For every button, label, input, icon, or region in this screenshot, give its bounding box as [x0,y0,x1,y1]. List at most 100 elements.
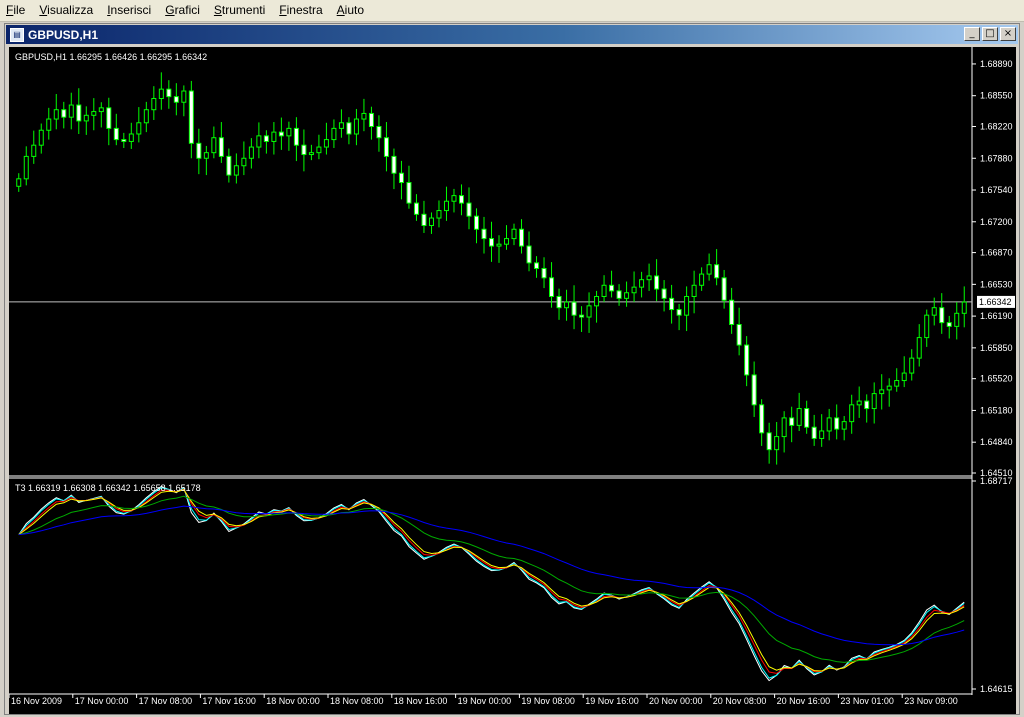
candle-body [466,202,472,217]
price-tick-label: 1.65180 [980,405,1013,415]
candle-body [511,228,517,240]
candle-body [46,118,52,131]
time-tick-label: 20 Nov 00:00 [649,696,703,706]
candle-body [714,264,720,279]
candle-body [571,301,577,316]
menu-file[interactable]: File [0,0,33,21]
window-titlebar[interactable]: ▤ GBPUSD,H1 _ □ × [6,25,1018,44]
candle-body [856,400,862,406]
candle-body [819,430,825,439]
candle-body [646,275,652,281]
time-tick-label: 18 Nov 08:00 [330,696,384,706]
candle-body [609,284,615,292]
candle-body [504,238,510,245]
price-tick-label: 1.68890 [980,59,1013,69]
candle-body [38,129,44,146]
indicator-tick-label: 1.68717 [980,476,1013,486]
candle-body [31,144,37,157]
candle-body [398,172,404,184]
candle-body [564,301,570,309]
candle-body [143,109,149,124]
close-button[interactable]: × [1000,27,1016,41]
candle-body [458,195,464,204]
candle-body [519,228,525,247]
candle-body [549,277,555,297]
candle-body [376,126,382,139]
candle-body [654,275,660,290]
menu-finestra[interactable]: Finestra [273,0,330,21]
candle-body [233,165,239,176]
window-controls: _ □ × [964,27,1016,41]
candle-body [98,107,104,113]
candle-body [744,344,750,376]
time-tick-label: 17 Nov 00:00 [75,696,129,706]
candle-body [909,357,915,374]
candle-body [946,322,952,327]
minimize-button[interactable]: _ [964,27,980,41]
menu-bar: File Visualizza Inserisci Grafici Strume… [0,0,1024,22]
candle-body [256,135,262,148]
candle-body [293,127,299,146]
candle-body [684,295,690,316]
time-tick-label: 18 Nov 00:00 [266,696,320,706]
price-tick-label: 1.68550 [980,91,1013,101]
candle-body [443,200,449,212]
candle-body [481,228,487,240]
candle-body [188,90,194,144]
candle-body [871,393,877,410]
candle-body [61,109,67,118]
menu-visualizza[interactable]: Visualizza [33,0,101,21]
menu-grafici[interactable]: Grafici [159,0,208,21]
window-title: GBPUSD,H1 [28,27,99,42]
time-tick-label: 19 Nov 08:00 [521,696,575,706]
price-chart[interactable]: 1.68890 1.68550 1.68220 1.67880 1.67540 1.672… [9,47,1016,714]
candle-body [91,111,97,116]
candle-body [421,213,427,227]
candle-body [241,157,247,167]
indicator-header: T3 1.66319 1.66308 1.66342 1.65658 1.651… [15,483,201,493]
price-tick-label: 1.66190 [980,311,1013,321]
price-tick-label: 1.67880 [980,153,1013,163]
price-tick-label: 1.67540 [980,185,1013,195]
candle-body [579,314,585,318]
t3-line-green [18,495,965,663]
candle-body [954,312,960,327]
candle-body [669,297,675,311]
candle-body [316,146,322,154]
chart-window-icon: ▤ [10,27,24,42]
candle-body [391,155,397,174]
menu-strumenti[interactable]: Strumenti [208,0,273,21]
candle-body [331,127,337,141]
candle-body [323,139,329,148]
candle-body [76,104,82,122]
time-tick-label: 16 Nov 2009 [11,696,62,706]
t3-line-white [18,485,965,682]
menu-aiuto[interactable]: Aiuto [331,0,372,21]
candle-body [804,408,810,428]
candle-body [106,107,112,129]
maximize-button[interactable]: □ [982,27,998,41]
candle-body [586,305,592,318]
candle-body [406,182,412,204]
candle-body [639,279,645,288]
time-tick-label: 19 Nov 00:00 [458,696,512,706]
candle-body [864,400,870,410]
candle-body [16,178,22,187]
menu-inserisci[interactable]: Inserisci [101,0,159,21]
price-tick-label: 1.67200 [980,217,1013,227]
candle-body [196,142,202,159]
time-tick-label: 20 Nov 16:00 [777,696,831,706]
candle-body [113,127,119,141]
candle-body [383,137,389,157]
time-tick-label: 23 Nov 01:00 [840,696,894,706]
candle-body [931,307,937,316]
candle-body [526,245,532,264]
candle-body [428,217,434,227]
candle-body [616,290,622,299]
candle-body [796,408,802,426]
candle-body [916,337,922,359]
candle-body [128,133,134,142]
candle-body [676,309,682,316]
time-tick-label: 23 Nov 09:00 [904,696,958,706]
candle-body [278,131,284,137]
